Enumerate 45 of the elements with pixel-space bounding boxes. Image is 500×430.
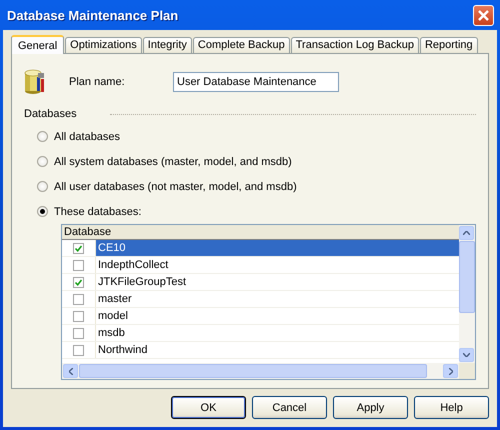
scrollbar-corner (459, 363, 475, 379)
scroll-right-button[interactable] (443, 364, 458, 378)
database-name[interactable]: IndepthCollect (96, 257, 459, 273)
checkbox[interactable] (73, 328, 84, 338)
scroll-up-button[interactable] (459, 226, 474, 240)
scroll-thumb[interactable] (79, 364, 427, 378)
scroll-down-button[interactable] (459, 348, 474, 362)
database-icon (24, 68, 46, 96)
radio-option[interactable]: All databases (37, 124, 476, 149)
scroll-left-button[interactable] (63, 364, 78, 378)
column-header[interactable]: Database (62, 225, 459, 240)
database-name[interactable]: msdb (96, 325, 459, 341)
plan-name-label: Plan name: (69, 76, 126, 88)
checkbox[interactable] (73, 294, 84, 304)
database-name[interactable]: JTKFileGroupTest (96, 274, 459, 290)
radio-option[interactable]: All user databases (not master, model, and msdb) (37, 174, 476, 199)
close-icon (477, 8, 490, 22)
group-title: Databases (24, 108, 77, 120)
checkbox[interactable] (73, 310, 84, 322)
tab[interactable]: General (11, 35, 64, 54)
dialog-button[interactable]: Cancel (252, 396, 327, 419)
close-button[interactable] (473, 4, 494, 26)
vertical-scrollbar[interactable] (459, 225, 475, 363)
tab[interactable]: Optimizations (65, 37, 142, 53)
horizontal-scrollbar[interactable] (62, 363, 459, 379)
tab[interactable]: Integrity (142, 37, 192, 53)
database-name[interactable]: CE10 (96, 240, 459, 256)
scroll-thumb[interactable] (459, 241, 475, 313)
database-name[interactable]: Northwind (96, 342, 459, 358)
plan-name-field[interactable]: User Database Maintenance (173, 72, 339, 92)
tab[interactable]: Complete Backup (192, 37, 290, 53)
database-name[interactable]: master (96, 291, 459, 307)
window-title: Database Maintenance Plan (7, 8, 178, 22)
checkbox[interactable] (73, 242, 84, 254)
radio-option[interactable]: All system databases (master, model, and msdb) (37, 149, 476, 174)
checkbox[interactable] (73, 276, 84, 288)
dialog-button[interactable]: Apply (333, 396, 408, 419)
tab[interactable]: Reporting (420, 37, 478, 53)
checkbox[interactable] (73, 344, 84, 356)
dialog-button[interactable]: OK (171, 396, 246, 419)
radio-option[interactable]: These databases: (37, 199, 476, 224)
checkbox[interactable] (73, 260, 84, 270)
dialog-button[interactable]: Help (414, 396, 489, 419)
tab[interactable]: Transaction Log Backup (290, 37, 419, 53)
database-name[interactable]: model (96, 308, 459, 324)
